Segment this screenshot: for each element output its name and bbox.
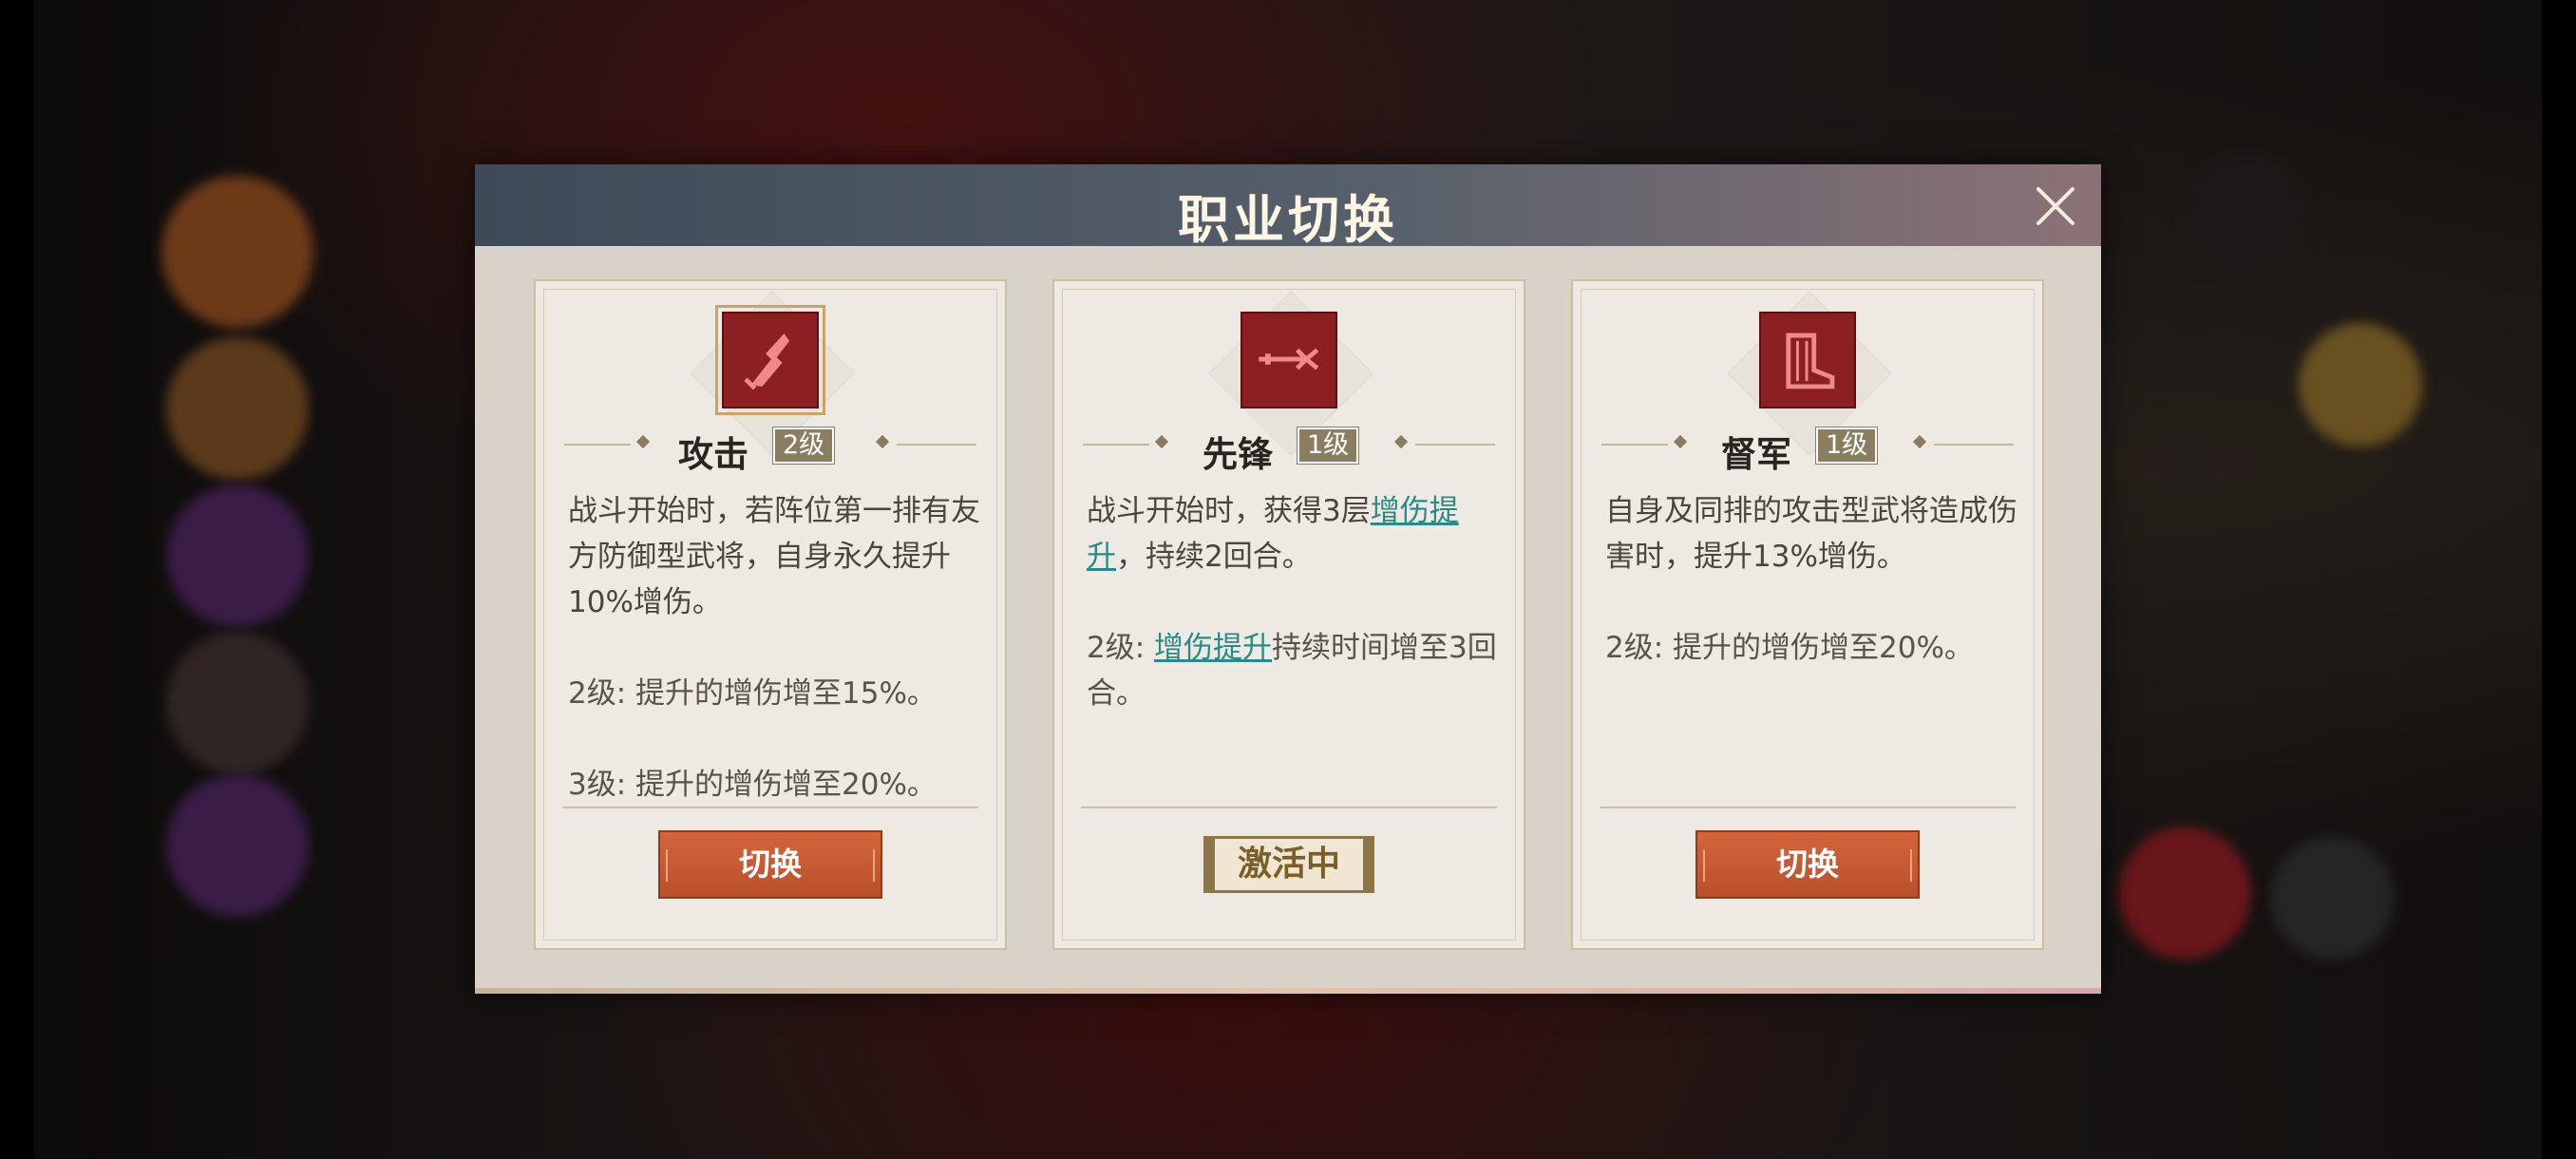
class-name-row: 攻击 2级 xyxy=(564,424,976,475)
divider xyxy=(562,807,978,808)
class-card-attack: 攻击 2级 战斗开始时，若阵位第一排有友方防御型武将，自身永久提升10%增伤。 … xyxy=(534,279,1007,950)
class-description: 战斗开始时，若阵位第一排有友方防御型武将，自身永久提升10%增伤。 2级: 提升… xyxy=(568,488,984,808)
close-icon xyxy=(2036,187,2074,225)
class-switch-dialog: 职业切换 攻击 2级 战斗开始时，若阵位第一排有友方防御型武将，自身永久提升10 xyxy=(475,164,2101,994)
class-description: 战斗开始时，获得3层增伤提升，持续2回合。 2级: 增伤提升持续时间增至3回合。 xyxy=(1087,488,1503,716)
attack-claw-icon xyxy=(715,305,825,415)
divider xyxy=(1600,807,2016,808)
dialog-header: 职业切换 xyxy=(475,164,2101,250)
class-name: 督军 xyxy=(1721,434,1791,475)
dialog-title: 职业切换 xyxy=(1178,190,1398,250)
switch-button-commander[interactable]: 切换 xyxy=(1695,830,1920,899)
buff-link[interactable]: 增伤提升 xyxy=(1154,631,1272,665)
level-badge: 2级 xyxy=(771,427,836,465)
level-2-effect: 2级: 提升的增伤增至15%。 xyxy=(568,676,937,711)
class-card-vanguard: 先锋 1级 战斗开始时，获得3层增伤提升，持续2回合。 2级: 增伤提升持续时间… xyxy=(1052,279,1525,950)
dialog-bottom-bar xyxy=(475,988,2101,994)
level-2-effect: 2级: 增伤提升持续时间增至3回合。 xyxy=(1087,631,1497,711)
close-button[interactable] xyxy=(2033,183,2078,229)
class-name-row: 先锋 1级 xyxy=(1083,424,1495,475)
vanguard-spear-icon xyxy=(1241,312,1337,408)
commander-boot-icon xyxy=(1759,312,1856,408)
level-3-effect: 3级: 提升的增伤增至20%。 xyxy=(568,768,937,802)
active-status-badge: 激活中 xyxy=(1203,836,1374,893)
level-2-effect: 2级: 提升的增伤增至20%。 xyxy=(1605,631,1974,665)
class-name-row: 督军 1级 xyxy=(1601,424,2014,475)
class-card-commander: 督军 1级 自身及同排的攻击型武将造成伤害时，提升13%增伤。 2级: 提升的增… xyxy=(1571,279,2044,950)
class-name: 攻击 xyxy=(678,434,748,475)
level-badge: 1级 xyxy=(1296,427,1360,465)
class-description: 自身及同排的攻击型武将造成伤害时，提升13%增伤。 2级: 提升的增伤增至20%… xyxy=(1605,488,2021,671)
divider xyxy=(1081,807,1497,808)
class-name: 先锋 xyxy=(1203,434,1273,475)
level-badge: 1级 xyxy=(1814,427,1879,465)
switch-button-attack[interactable]: 切换 xyxy=(658,830,882,899)
